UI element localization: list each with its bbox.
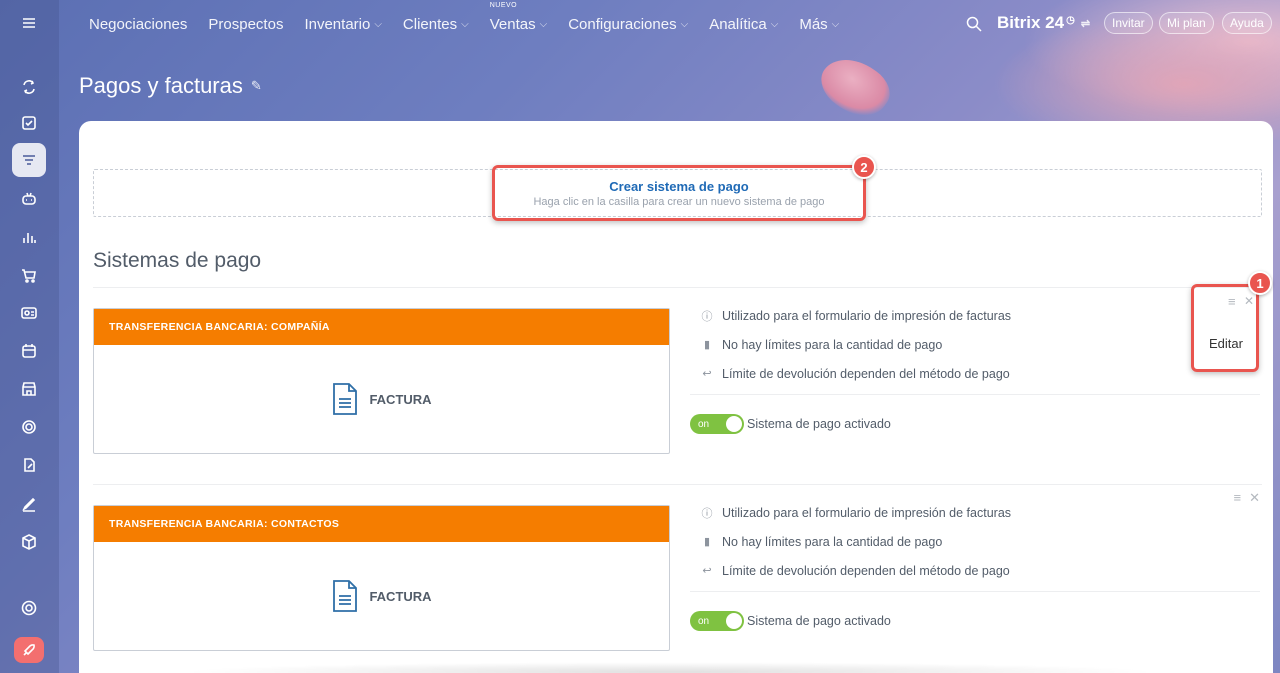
contact-card-icon[interactable] bbox=[12, 296, 46, 330]
nav-configuraciones[interactable]: Configuraciones ⌵ bbox=[568, 16, 688, 33]
chevron-down-icon: ⌵ bbox=[374, 18, 382, 30]
divider bbox=[690, 591, 1260, 592]
document-icon bbox=[333, 580, 358, 612]
settings-icon[interactable] bbox=[12, 591, 46, 625]
doc-edit-icon[interactable] bbox=[12, 448, 46, 482]
petal-decoration bbox=[811, 46, 899, 128]
top-navigation: Negociaciones Prospectos Inventario ⌵ Cli… bbox=[59, 0, 1280, 48]
info-row: ↩ Límite de devolución dependen del métod… bbox=[702, 366, 1010, 381]
highlight-frame bbox=[1191, 284, 1259, 372]
payment-system-card[interactable]: TRANSFERENCIA BANCARIA: COMPAÑÍA FACTURA bbox=[93, 308, 670, 454]
status-row: on Sistema de pago activado bbox=[690, 611, 1261, 631]
tasks-icon[interactable] bbox=[12, 106, 46, 140]
payment-system-info: ⓘ Utilizado para el formulario de impresi… bbox=[690, 301, 1261, 434]
info-row: ⓘ Utilizado para el formulario de impresi… bbox=[701, 505, 1012, 520]
calendar-icon[interactable] bbox=[12, 334, 46, 368]
divider bbox=[690, 394, 1260, 395]
crm-funnel-icon[interactable] bbox=[12, 143, 46, 177]
file-icon: ▮ bbox=[703, 536, 711, 548]
chevron-down-icon: ⌵ bbox=[539, 18, 548, 30]
payment-system-header: TRANSFERENCIA BANCARIA: CONTACTOS bbox=[94, 506, 669, 542]
nav-inventario[interactable]: Inventario ⌵ bbox=[304, 16, 381, 33]
divider bbox=[93, 484, 1262, 485]
payment-system-label: FACTURA bbox=[369, 588, 432, 604]
rocket-icon[interactable] bbox=[14, 637, 44, 663]
sync-icon[interactable] bbox=[12, 70, 46, 104]
payment-system-body: FACTURA bbox=[94, 345, 669, 453]
status-label: Sistema de pago activado bbox=[747, 417, 891, 431]
target-icon[interactable] bbox=[12, 410, 46, 444]
annotation-badge-1: 1 bbox=[1248, 271, 1272, 295]
nav-negociaciones[interactable]: Negociaciones bbox=[89, 16, 187, 33]
active-toggle[interactable]: on bbox=[690, 611, 744, 631]
pin-icon[interactable]: ✎ bbox=[251, 78, 262, 94]
switch-icon: ⇌ bbox=[1080, 17, 1091, 30]
robot-icon[interactable] bbox=[12, 182, 46, 216]
nav-analitica[interactable]: Analítica ⌵ bbox=[709, 16, 778, 33]
undo-icon: ↩ bbox=[702, 565, 712, 577]
payment-system-label: FACTURA bbox=[369, 391, 432, 407]
info-row: ↩ Límite de devolución dependen del métod… bbox=[702, 563, 1010, 578]
my-plan-button[interactable]: Mi plan bbox=[1159, 12, 1214, 34]
cart-icon[interactable] bbox=[12, 258, 46, 292]
store-icon[interactable] bbox=[12, 372, 46, 406]
left-sidebar bbox=[0, 0, 59, 673]
nav-clientes[interactable]: Clientes ⌵ bbox=[403, 16, 469, 33]
payment-system-body: FACTURA bbox=[94, 542, 669, 650]
section-title: Sistemas de pago bbox=[93, 249, 262, 272]
payment-system-card[interactable]: TRANSFERENCIA BANCARIA: CONTACTOS FACTUR… bbox=[93, 505, 670, 651]
info-icon: ⓘ bbox=[701, 507, 713, 520]
nav-ventas[interactable]: NUEVO Ventas ⌵ bbox=[490, 2, 548, 33]
bottom-shadow bbox=[180, 662, 1160, 673]
payment-system-header: TRANSFERENCIA BANCARIA: COMPAÑÍA bbox=[94, 309, 669, 345]
nav-mas[interactable]: Más ⌵ bbox=[799, 16, 839, 33]
chevron-down-icon: ⌵ bbox=[770, 18, 779, 30]
row-actions: ≡ ✕ bbox=[1234, 490, 1261, 506]
chevron-down-icon: ⌵ bbox=[461, 18, 469, 30]
analytics-icon[interactable] bbox=[12, 220, 46, 254]
clock-icon: ◷ bbox=[1066, 14, 1075, 26]
highlight-frame bbox=[492, 165, 866, 221]
chevron-down-icon: ⌵ bbox=[831, 18, 840, 30]
sign-icon[interactable] bbox=[12, 487, 46, 521]
chevron-down-icon: ⌵ bbox=[680, 18, 689, 30]
file-icon: ▮ bbox=[703, 339, 711, 351]
menu-icon[interactable] bbox=[12, 6, 46, 40]
brand-logo[interactable]: Bitrix 24 ◷ ⇌ bbox=[997, 13, 1090, 33]
status-row: on Sistema de pago activado bbox=[690, 414, 1261, 434]
page-title: Pagos y facturas ✎ bbox=[79, 73, 262, 98]
drag-handle-icon[interactable]: ≡ bbox=[1234, 490, 1242, 506]
divider bbox=[93, 287, 1262, 288]
nav-prospectos[interactable]: Prospectos bbox=[208, 16, 283, 33]
new-badge: NUEVO bbox=[489, 1, 518, 9]
info-icon: ⓘ bbox=[701, 310, 713, 323]
info-row: ▮ No hay límites para la cantidad de pago bbox=[701, 527, 1261, 556]
active-toggle[interactable]: on bbox=[690, 414, 744, 434]
info-row: ⓘ Utilizado para el formulario de impresi… bbox=[701, 308, 1012, 323]
invite-button[interactable]: Invitar bbox=[1104, 12, 1153, 34]
payment-system-info: ⓘ Utilizado para el formulario de impresi… bbox=[690, 498, 1261, 631]
search-icon[interactable] bbox=[966, 16, 982, 32]
info-row: ▮ No hay límites para la cantidad de pago bbox=[701, 330, 1261, 359]
box-icon[interactable] bbox=[12, 525, 46, 559]
annotation-badge-2: 2 bbox=[852, 155, 876, 179]
status-label: Sistema de pago activado bbox=[747, 614, 891, 628]
close-icon[interactable]: ✕ bbox=[1249, 490, 1260, 506]
document-icon bbox=[333, 383, 358, 415]
help-button[interactable]: Ayuda bbox=[1222, 12, 1272, 34]
undo-icon: ↩ bbox=[702, 368, 712, 380]
